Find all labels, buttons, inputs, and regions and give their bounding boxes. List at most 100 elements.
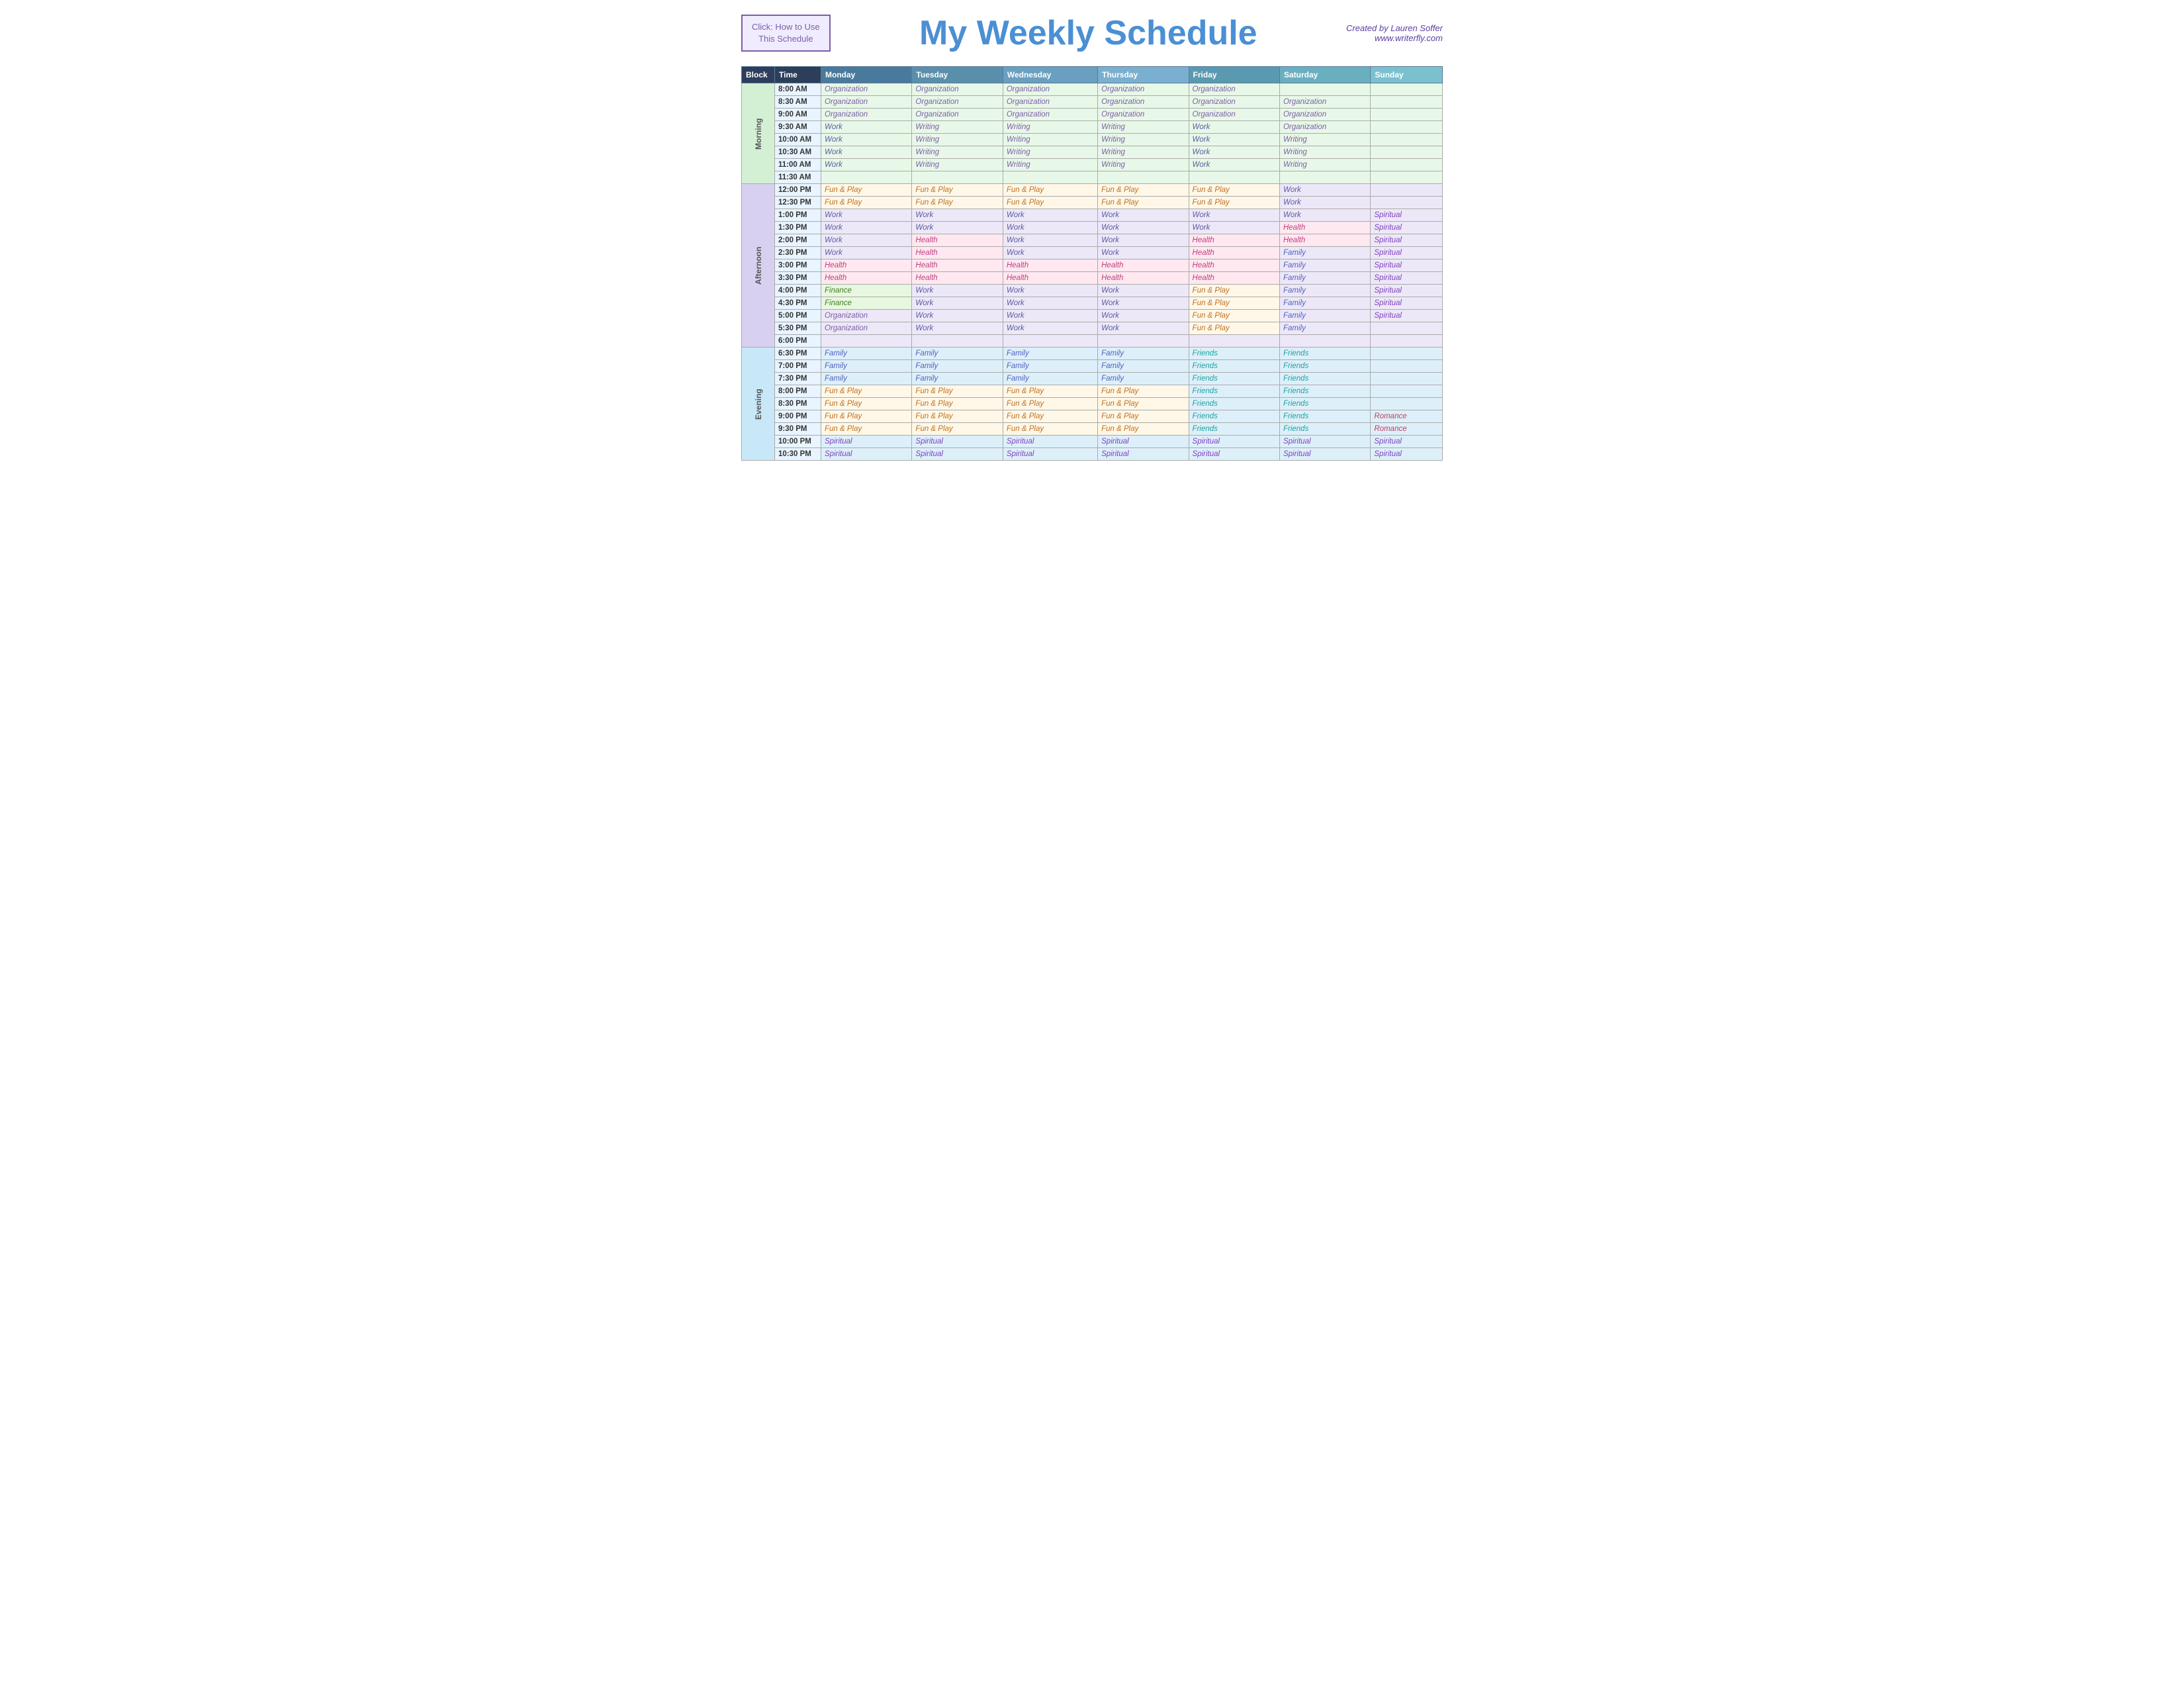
time-cell: 8:00 PM bbox=[775, 385, 821, 398]
data-cell-tue: Health bbox=[912, 234, 1003, 247]
data-cell-sun bbox=[1371, 171, 1443, 184]
data-cell-thu: Organization bbox=[1098, 83, 1189, 96]
time-cell: 5:30 PM bbox=[775, 322, 821, 335]
data-cell-fri: Fun & Play bbox=[1189, 184, 1279, 197]
time-cell: 4:00 PM bbox=[775, 285, 821, 297]
data-cell-wed: Fun & Play bbox=[1003, 197, 1097, 209]
data-cell-fri: Organization bbox=[1189, 96, 1279, 109]
data-cell-sun bbox=[1371, 96, 1443, 109]
data-cell-thu: Family bbox=[1098, 373, 1189, 385]
data-cell-tue: Writing bbox=[912, 134, 1003, 146]
data-cell-mon: Fun & Play bbox=[821, 197, 912, 209]
data-cell-tue: Health bbox=[912, 272, 1003, 285]
data-cell-wed: Family bbox=[1003, 360, 1097, 373]
data-cell-mon: Spiritual bbox=[821, 436, 912, 448]
how-to-use-button[interactable]: Click: How to Use This Schedule bbox=[741, 15, 831, 52]
data-cell-sun: Spiritual bbox=[1371, 448, 1443, 461]
col-header-wednesday: Wednesday bbox=[1003, 67, 1097, 83]
data-cell-fri: Friends bbox=[1189, 373, 1279, 385]
col-header-sunday: Sunday bbox=[1371, 67, 1443, 83]
time-cell: 11:00 AM bbox=[775, 159, 821, 171]
data-cell-fri: Friends bbox=[1189, 385, 1279, 398]
data-cell-sat: Writing bbox=[1279, 134, 1370, 146]
data-cell-sun bbox=[1371, 159, 1443, 171]
data-cell-mon: Health bbox=[821, 259, 912, 272]
data-cell-tue: Fun & Play bbox=[912, 385, 1003, 398]
data-cell-sun: Spiritual bbox=[1371, 259, 1443, 272]
time-cell: 9:30 AM bbox=[775, 121, 821, 134]
data-cell-wed: Fun & Play bbox=[1003, 385, 1097, 398]
time-cell: 10:00 AM bbox=[775, 134, 821, 146]
data-cell-wed: Fun & Play bbox=[1003, 398, 1097, 410]
data-cell-thu: Writing bbox=[1098, 134, 1189, 146]
data-cell-tue: Writing bbox=[912, 146, 1003, 159]
data-cell-sat: Spiritual bbox=[1279, 448, 1370, 461]
data-cell-thu: Work bbox=[1098, 234, 1189, 247]
table-row: 7:30 PMFamilyFamilyFamilyFamilyFriendsFr… bbox=[742, 373, 1443, 385]
data-cell-sun bbox=[1371, 197, 1443, 209]
table-row: 10:30 AMWorkWritingWritingWritingWorkWri… bbox=[742, 146, 1443, 159]
col-header-tuesday: Tuesday bbox=[912, 67, 1003, 83]
data-cell-fri: Work bbox=[1189, 159, 1279, 171]
data-cell-wed: Family bbox=[1003, 373, 1097, 385]
table-row: 4:30 PMFinanceWorkWorkWorkFun & PlayFami… bbox=[742, 297, 1443, 310]
data-cell-mon: Organization bbox=[821, 322, 912, 335]
data-cell-tue bbox=[912, 335, 1003, 348]
data-cell-wed: Work bbox=[1003, 209, 1097, 222]
data-cell-sun bbox=[1371, 184, 1443, 197]
data-cell-sat bbox=[1279, 171, 1370, 184]
data-cell-sat: Family bbox=[1279, 247, 1370, 259]
data-cell-wed: Fun & Play bbox=[1003, 423, 1097, 436]
table-row: 4:00 PMFinanceWorkWorkWorkFun & PlayFami… bbox=[742, 285, 1443, 297]
col-header-friday: Friday bbox=[1189, 67, 1279, 83]
data-cell-tue: Family bbox=[912, 360, 1003, 373]
table-row: 2:00 PMWorkHealthWorkWorkHealthHealthSpi… bbox=[742, 234, 1443, 247]
data-cell-sat: Work bbox=[1279, 184, 1370, 197]
data-cell-sun: Spiritual bbox=[1371, 297, 1443, 310]
data-cell-thu: Family bbox=[1098, 360, 1189, 373]
data-cell-mon: Organization bbox=[821, 310, 912, 322]
data-cell-tue: Work bbox=[912, 310, 1003, 322]
data-cell-thu: Fun & Play bbox=[1098, 398, 1189, 410]
table-row: 10:30 PMSpiritualSpiritualSpiritualSpiri… bbox=[742, 448, 1443, 461]
data-cell-mon: Family bbox=[821, 360, 912, 373]
data-cell-mon: Fun & Play bbox=[821, 398, 912, 410]
data-cell-fri: Work bbox=[1189, 146, 1279, 159]
data-cell-wed: Organization bbox=[1003, 109, 1097, 121]
table-row: 9:30 PMFun & PlayFun & PlayFun & PlayFun… bbox=[742, 423, 1443, 436]
table-row: 5:30 PMOrganizationWorkWorkWorkFun & Pla… bbox=[742, 322, 1443, 335]
data-cell-mon: Finance bbox=[821, 285, 912, 297]
data-cell-tue: Work bbox=[912, 209, 1003, 222]
col-header-thursday: Thursday bbox=[1098, 67, 1189, 83]
data-cell-mon: Fun & Play bbox=[821, 385, 912, 398]
data-cell-thu: Fun & Play bbox=[1098, 423, 1189, 436]
data-cell-thu: Work bbox=[1098, 297, 1189, 310]
data-cell-mon: Work bbox=[821, 222, 912, 234]
data-cell-sat: Organization bbox=[1279, 109, 1370, 121]
data-cell-wed: Spiritual bbox=[1003, 436, 1097, 448]
data-cell-sat: Spiritual bbox=[1279, 436, 1370, 448]
data-cell-sat: Work bbox=[1279, 209, 1370, 222]
data-cell-fri: Fun & Play bbox=[1189, 322, 1279, 335]
table-row: 3:30 PMHealthHealthHealthHealthHealthFam… bbox=[742, 272, 1443, 285]
data-cell-thu: Work bbox=[1098, 209, 1189, 222]
data-cell-sun bbox=[1371, 134, 1443, 146]
data-cell-sat bbox=[1279, 335, 1370, 348]
data-cell-wed: Writing bbox=[1003, 134, 1097, 146]
col-header-block: Block bbox=[742, 67, 775, 83]
data-cell-fri: Organization bbox=[1189, 109, 1279, 121]
data-cell-mon: Organization bbox=[821, 109, 912, 121]
data-cell-thu: Organization bbox=[1098, 109, 1189, 121]
data-cell-sat: Health bbox=[1279, 222, 1370, 234]
data-cell-fri: Friends bbox=[1189, 348, 1279, 360]
data-cell-sun: Spiritual bbox=[1371, 310, 1443, 322]
data-cell-mon: Fun & Play bbox=[821, 184, 912, 197]
data-cell-wed: Work bbox=[1003, 322, 1097, 335]
data-cell-fri: Work bbox=[1189, 209, 1279, 222]
table-row: 10:00 AMWorkWritingWritingWritingWorkWri… bbox=[742, 134, 1443, 146]
data-cell-tue: Health bbox=[912, 247, 1003, 259]
data-cell-sun bbox=[1371, 109, 1443, 121]
col-header-time: Time bbox=[775, 67, 821, 83]
data-cell-fri: Friends bbox=[1189, 360, 1279, 373]
table-row: 7:00 PMFamilyFamilyFamilyFamilyFriendsFr… bbox=[742, 360, 1443, 373]
